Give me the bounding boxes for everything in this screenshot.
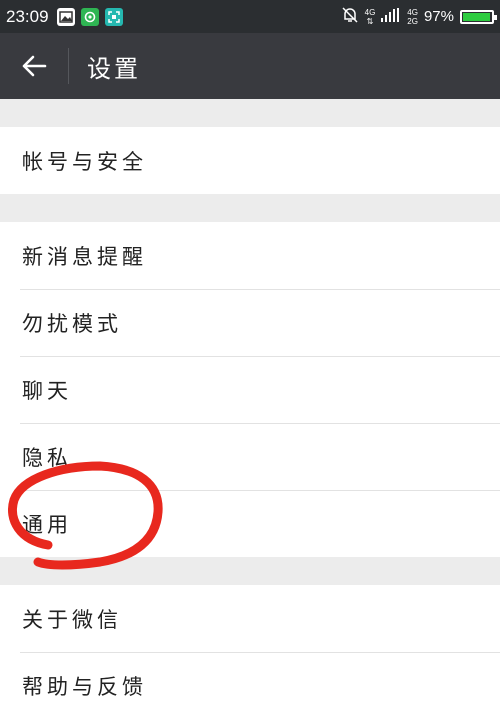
signal-icon	[381, 7, 401, 26]
settings-item-general[interactable]: 通用	[0, 490, 500, 557]
settings-item-label: 隐私	[22, 445, 72, 470]
settings-item-account-security[interactable]: 帐号与安全	[0, 127, 500, 194]
settings-item-do-not-disturb[interactable]: 勿扰模式	[0, 289, 500, 356]
settings-item-label: 勿扰模式	[22, 311, 122, 336]
settings-group-account: 帐号与安全	[0, 127, 500, 194]
battery-fill	[463, 12, 491, 21]
battery-icon	[460, 9, 497, 24]
network-4g-secondary-label: 4G	[407, 7, 418, 17]
app-header: 设置	[0, 33, 500, 99]
settings-group-main: 新消息提醒 勿扰模式 聊天 隐私 通用	[0, 222, 500, 557]
settings-item-label: 聊天	[22, 378, 72, 403]
network-4g-label: 4G	[364, 7, 376, 17]
settings-item-label: 通用	[22, 512, 72, 537]
mute-bell-icon	[341, 6, 359, 28]
back-button[interactable]	[0, 33, 68, 99]
settings-group-about: 关于微信 帮助与反馈	[0, 585, 500, 719]
network-type-secondary: 4G 2G	[407, 8, 418, 26]
settings-item-help-feedback[interactable]: 帮助与反馈	[0, 652, 500, 719]
settings-item-label: 帮助与反馈	[22, 674, 147, 699]
arrow-left-icon	[22, 55, 47, 77]
network-2g-label: 2G	[407, 16, 418, 26]
scan-app-icon	[104, 7, 123, 26]
status-time: 23:09	[6, 6, 49, 26]
gallery-app-icon	[56, 7, 75, 26]
settings-item-about-wechat[interactable]: 关于微信	[0, 585, 500, 652]
settings-item-privacy[interactable]: 隐私	[0, 423, 500, 490]
settings-item-label: 关于微信	[22, 607, 122, 632]
battery-percent: 97%	[423, 8, 454, 25]
settings-item-new-message-alerts[interactable]: 新消息提醒	[0, 222, 500, 289]
network-type-indicator: 4G ⇅	[364, 7, 376, 26]
green-app-icon	[80, 7, 99, 26]
header-divider	[68, 48, 69, 84]
settings-item-label: 新消息提醒	[22, 244, 147, 269]
settings-item-label: 帐号与安全	[22, 149, 147, 174]
settings-item-chat[interactable]: 聊天	[0, 356, 500, 423]
page-title: 设置	[87, 54, 141, 83]
status-bar: 23:09 4G ⇅ 4G 2G 97%	[0, 0, 500, 33]
